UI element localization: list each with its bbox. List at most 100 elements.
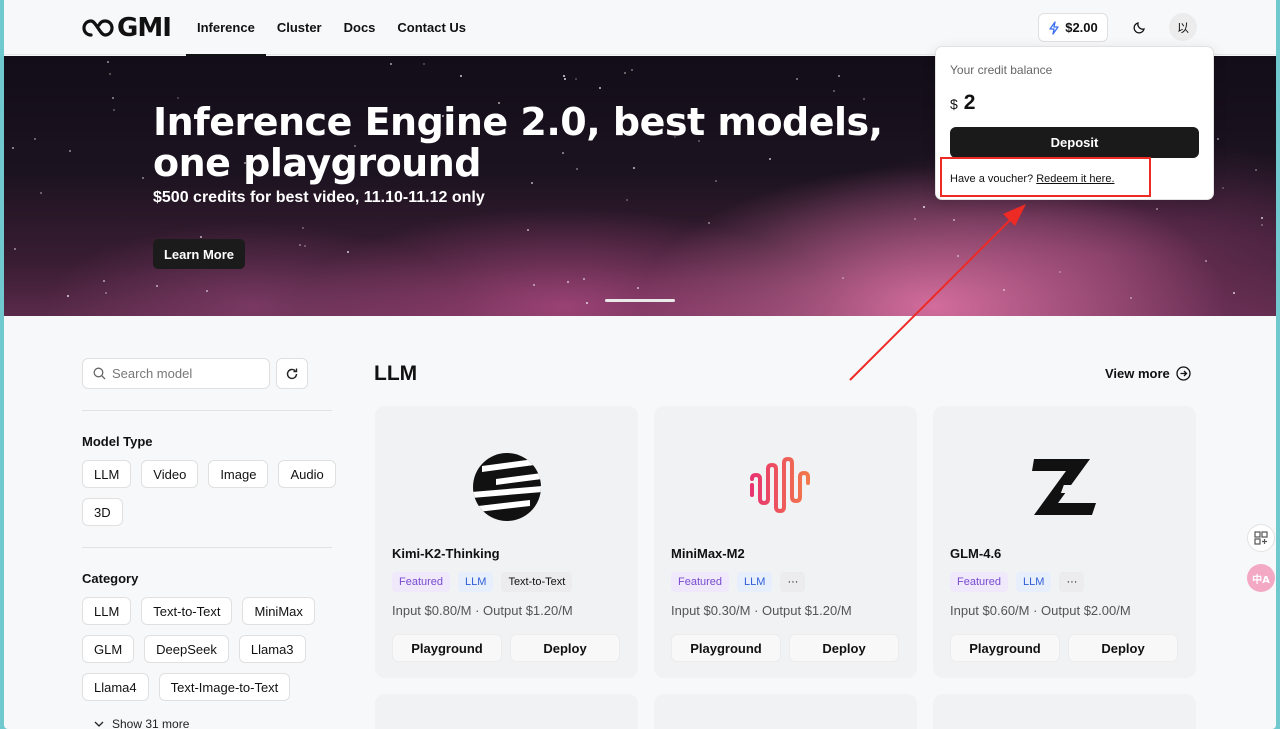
star (563, 75, 565, 77)
model-card[interactable]: MiniMax-M2 Featured LLM ··· Input $0.30/… (654, 406, 917, 678)
view-more-link[interactable]: View more (1105, 366, 1191, 381)
tag-featured: Featured (671, 572, 730, 592)
logo[interactable]: GMI (82, 13, 172, 43)
nav-link-cluster[interactable]: Cluster (266, 0, 333, 55)
star (302, 227, 304, 229)
star (12, 147, 14, 149)
star (1217, 138, 1219, 140)
chip-category-text-image-to-text[interactable]: Text-Image-to-Text (158, 673, 291, 701)
chip-category-text-to-text[interactable]: Text-to-Text (141, 597, 233, 625)
playground-button[interactable]: Playground (950, 634, 1060, 662)
arrow-right-circle-icon (1176, 366, 1191, 381)
credit-balance-value: 2 (963, 91, 976, 114)
model-card[interactable]: Kimi-K2-Thinking Featured LLM Text-to-Te… (375, 406, 638, 678)
chip-category-llm[interactable]: LLM (82, 597, 132, 625)
grid-plus-icon (1254, 531, 1268, 545)
tag-llm: LLM (1016, 572, 1052, 592)
float-grid-button[interactable] (1247, 524, 1275, 552)
star (69, 150, 71, 152)
star (624, 72, 626, 74)
user-avatar[interactable]: 以 (1169, 13, 1197, 41)
section-title: LLM (374, 362, 418, 385)
playground-button[interactable]: Playground (671, 634, 781, 662)
model-name: Kimi-K2-Thinking (392, 546, 500, 561)
chip-audio[interactable]: Audio (278, 460, 336, 488)
deploy-button[interactable]: Deploy (1068, 634, 1178, 662)
model-card[interactable]: GLM-4.6 Featured LLM ··· Input $0.60/M ·… (933, 406, 1196, 678)
star (527, 229, 529, 231)
star (564, 78, 566, 80)
credit-dropdown-title: Your credit balance (950, 63, 1053, 77)
theme-toggle-button[interactable] (1126, 13, 1154, 41)
nav-link-docs[interactable]: Docs (333, 0, 387, 55)
deploy-button[interactable]: Deploy (510, 634, 620, 662)
model-card[interactable] (375, 694, 638, 729)
star (1255, 169, 1257, 171)
star (957, 255, 959, 257)
chip-category-llama3[interactable]: Llama3 (238, 635, 306, 663)
star (708, 222, 710, 224)
chip-video[interactable]: Video (141, 460, 199, 488)
playground-button[interactable]: Playground (392, 634, 502, 662)
chip-category-deepseek[interactable]: DeepSeek (144, 635, 229, 663)
star (583, 278, 585, 280)
star (1222, 187, 1224, 189)
star (599, 87, 601, 89)
star (34, 138, 36, 140)
divider (82, 547, 332, 548)
show-more-label: Show 31 more (112, 717, 190, 729)
learn-more-button[interactable]: Learn More (153, 239, 245, 269)
nav-link-contact[interactable]: Contact Us (386, 0, 477, 55)
star (575, 78, 577, 80)
hero-subtitle: $500 credits for best video, 11.10-11.12… (153, 189, 485, 206)
refresh-button[interactable] (276, 358, 308, 389)
search-icon (93, 367, 106, 380)
deploy-button[interactable]: Deploy (789, 634, 899, 662)
tag-more[interactable]: ··· (1059, 572, 1085, 592)
star (1205, 260, 1207, 262)
search-placeholder: Search model (112, 366, 193, 381)
deposit-button[interactable]: Deposit (950, 127, 1199, 158)
model-card[interactable] (933, 694, 1196, 729)
tag-featured: Featured (392, 572, 451, 592)
nav-link-inference[interactable]: Inference (186, 0, 266, 56)
star (1261, 224, 1263, 226)
star (423, 63, 425, 65)
chip-category-glm[interactable]: GLM (82, 635, 135, 663)
credit-balance-button[interactable]: $2.00 (1038, 13, 1108, 42)
star (142, 177, 144, 179)
translate-icon: 中A (1252, 574, 1270, 586)
model-card[interactable] (654, 694, 917, 729)
chip-image[interactable]: Image (208, 460, 269, 488)
star (107, 61, 109, 63)
chip-category-minimax[interactable]: MiniMax (242, 597, 315, 625)
star (1003, 289, 1005, 291)
star (1059, 271, 1061, 273)
model-tags: Featured LLM ··· (950, 572, 1085, 592)
star (14, 248, 16, 250)
divider (82, 410, 332, 411)
star (460, 75, 462, 77)
model-price: Input $0.60/M · Output $2.00/M (950, 603, 1131, 618)
tag-more[interactable]: ··· (780, 572, 806, 592)
tag-llm: LLM (458, 572, 494, 592)
star (67, 295, 69, 297)
star (1156, 208, 1158, 210)
chip-llm[interactable]: LLM (82, 460, 132, 488)
tag-featured: Featured (950, 572, 1009, 592)
logo-text: GMI (117, 13, 172, 43)
translate-button[interactable]: 中A (1247, 564, 1275, 592)
show-more-button[interactable]: Show 31 more (94, 717, 189, 729)
star (586, 302, 588, 304)
chip-category-llama4[interactable]: Llama4 (82, 673, 149, 701)
model-type-chips: LLM Video Image Audio 3D (82, 460, 337, 526)
model-type-title: Model Type (82, 434, 153, 449)
carousel-indicator[interactable] (605, 299, 675, 302)
moon-icon (1133, 22, 1145, 34)
star (112, 97, 114, 99)
chip-3d[interactable]: 3D (82, 498, 123, 526)
search-input[interactable]: Search model (82, 358, 270, 389)
star (1130, 297, 1132, 299)
star (347, 251, 349, 253)
hero-title: Inference Engine 2.0, best models, one p… (153, 100, 883, 185)
